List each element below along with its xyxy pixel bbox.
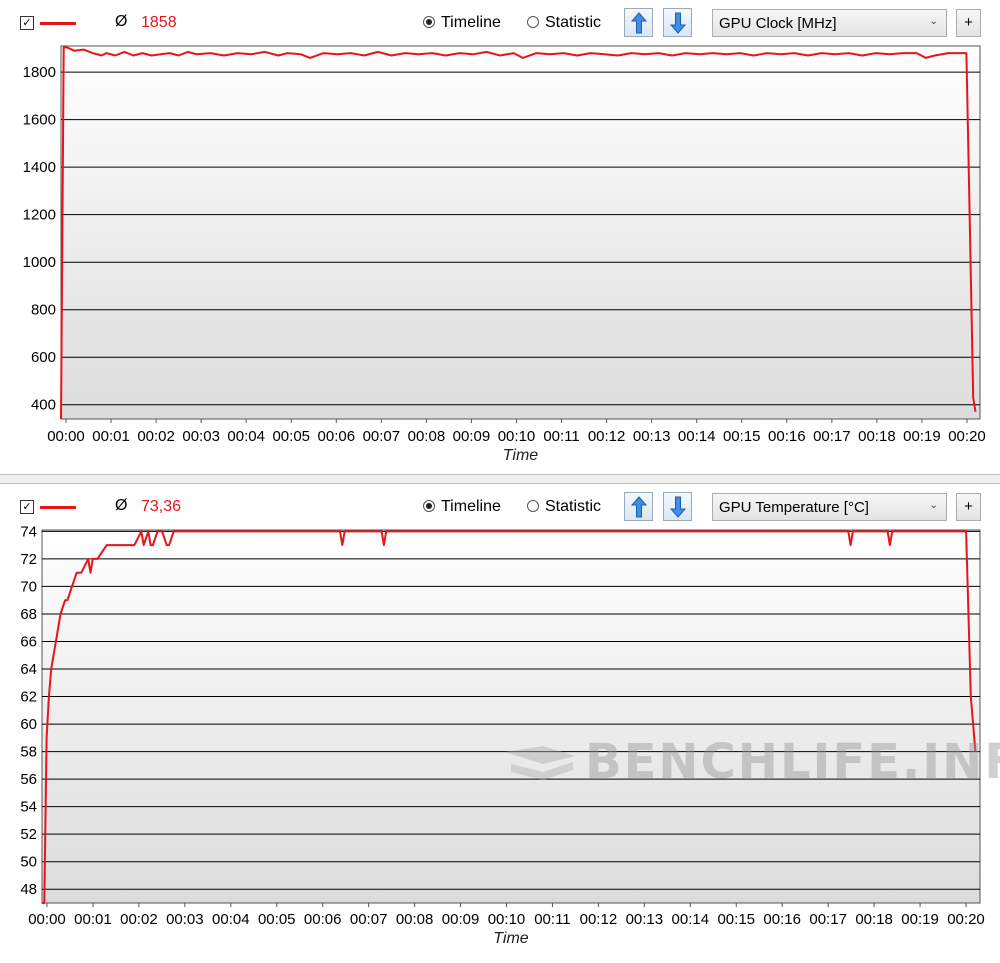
y-tick-label: 64 — [20, 661, 37, 678]
y-tick-label: 52 — [20, 826, 37, 843]
y-tick-label: 1600 — [23, 112, 56, 129]
x-tick-label: 00:07 — [363, 428, 401, 445]
x-tick-label: 00:12 — [588, 428, 626, 445]
x-tick-label: 00:17 — [809, 911, 847, 928]
y-tick-label: 62 — [20, 689, 37, 706]
x-axis-title: Time — [503, 447, 539, 464]
x-tick-label: 00:07 — [350, 911, 388, 928]
watermark-text: BENCHLIFE.INFO — [585, 734, 1000, 790]
x-tick-label: 00:20 — [947, 911, 985, 928]
x-tick-label: 00:20 — [948, 428, 986, 445]
x-tick-label: 00:03 — [166, 911, 204, 928]
gpu-temperature-panel: ✓ Ø 73,36 Timeline Statistic GPU Tempera… — [0, 484, 1000, 963]
x-tick-label: 00:11 — [534, 911, 570, 928]
x-tick-label: 00:10 — [498, 428, 536, 445]
gpu-clock-panel: ✓ Ø 1858 Timeline Statistic GPU Clock [M… — [0, 0, 1000, 474]
y-tick-label: 1200 — [23, 207, 56, 224]
y-tick-label: 72 — [20, 551, 37, 568]
x-tick-label: 00:09 — [442, 911, 480, 928]
gpu-clock-chart: 400 600 800 1000 1200 1400 1600 1800 00:00 00:01 0… — [23, 45, 986, 464]
x-tick-label: 00:17 — [813, 428, 851, 445]
x-tick-label: 00:19 — [903, 428, 941, 445]
x-tick-label: 00:04 — [227, 428, 265, 445]
x-tick-label: 00:08 — [408, 428, 446, 445]
x-tick-label: 00:03 — [182, 428, 220, 445]
y-tick-label: 1000 — [23, 254, 56, 271]
x-tick-label: 00:06 — [318, 428, 356, 445]
x-tick-label: 00:04 — [212, 911, 250, 928]
y-tick-label: 70 — [20, 578, 37, 595]
x-tick-label: 00:14 — [672, 911, 710, 928]
x-tick-label: 00:18 — [858, 428, 896, 445]
y-tick-label: 600 — [31, 349, 56, 366]
y-tick-label: 66 — [20, 633, 37, 650]
y-tick-label: 800 — [31, 302, 56, 319]
x-tick-label: 00:18 — [855, 911, 893, 928]
y-tick-label: 54 — [20, 799, 37, 816]
x-tick-label: 00:13 — [626, 911, 664, 928]
x-tick-label: 00:10 — [488, 911, 526, 928]
x-tick-label: 00:14 — [678, 428, 716, 445]
x-tick-label: 00:19 — [901, 911, 939, 928]
y-tick-label: 60 — [20, 716, 37, 733]
y-tick-label: 74 — [20, 523, 37, 540]
x-tick-label: 00:01 — [74, 911, 112, 928]
plot-area — [60, 45, 981, 420]
x-axis-title: Time — [493, 930, 529, 947]
y-tick-label: 48 — [20, 881, 37, 898]
x-tick-label: 00:05 — [272, 428, 310, 445]
panel-divider[interactable] — [0, 474, 1000, 484]
x-tick-label: 00:09 — [453, 428, 491, 445]
x-tick-label: 00:00 — [47, 428, 85, 445]
x-tick-label: 00:12 — [580, 911, 618, 928]
y-tick-label: 58 — [20, 744, 37, 761]
y-tick-label: 68 — [20, 606, 37, 623]
x-tick-label: 00:16 — [768, 428, 806, 445]
y-tick-label: 1800 — [23, 64, 56, 81]
x-tick-label: 00:15 — [723, 428, 761, 445]
x-tick-label: 00:16 — [763, 911, 801, 928]
y-tick-label: 400 — [31, 397, 56, 414]
x-tick-label: 00:15 — [717, 911, 755, 928]
x-tick-label: 00:02 — [120, 911, 158, 928]
x-tick-label: 00:01 — [92, 428, 130, 445]
y-tick-label: 56 — [20, 771, 37, 788]
x-tick-label: 00:06 — [304, 911, 342, 928]
x-tick-label: 00:02 — [137, 428, 175, 445]
x-tick-label: 00:13 — [633, 428, 671, 445]
benchlife-logo-icon — [505, 746, 575, 780]
y-tick-label: 1400 — [23, 159, 56, 176]
x-tick-label: 00:08 — [396, 911, 434, 928]
y-tick-label: 50 — [20, 854, 37, 871]
x-tick-label: 00:05 — [258, 911, 296, 928]
gpu-temperature-chart: 48 50 52 54 56 58 60 62 64 66 68 70 72 74 00:00 00:01 00… — [20, 523, 985, 947]
x-tick-label: 00:11 — [543, 428, 579, 445]
x-tick-label: 00:00 — [28, 911, 66, 928]
